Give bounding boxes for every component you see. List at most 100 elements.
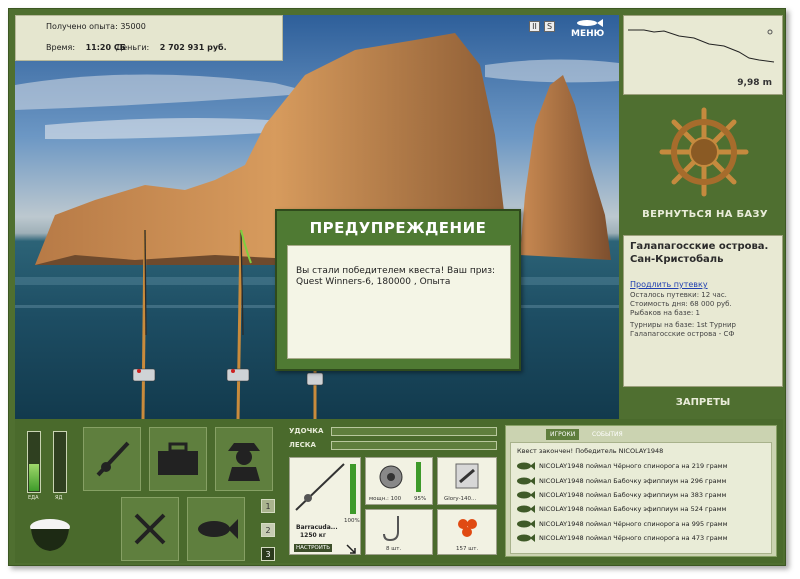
bait-icon [458, 519, 477, 537]
experience-row: Получено опыта: 35000 [46, 22, 146, 31]
warning-dialog[interactable]: ПРЕДУПРЕЖДЕНИЕ Вы стали победителем квес… [275, 209, 521, 371]
feed-list: Квест закончен! Победитель NICOLAY1948 N… [510, 442, 772, 554]
reel-slot[interactable]: мощн.: 100 95% [365, 457, 433, 505]
bait-slot[interactable]: 157 шт. [437, 509, 497, 555]
bait-caption: 157 шт. [456, 546, 479, 552]
fork-knife-icon [134, 513, 166, 545]
day-cost: Стоимость дня: 68 000 руб. [630, 300, 732, 308]
page-1-button[interactable]: 1 [261, 499, 275, 513]
rods-tile[interactable] [83, 427, 141, 491]
rod-percent: 100% [344, 518, 360, 524]
food-label: ЕДА [28, 495, 39, 501]
hook-caption: 8 шт. [386, 546, 402, 552]
tackle-box-tile[interactable] [149, 427, 207, 491]
feed-entry-text: NICOLAY1948 поймал Бабочку эфиппиум на 2… [539, 476, 727, 485]
lure-caption: Glory-140... [444, 496, 477, 502]
game-window: Получено опыта: 35000 Время: 11:20 СБ Де… [8, 8, 786, 566]
food-gauge [27, 431, 41, 493]
sound-button[interactable]: S [544, 21, 555, 32]
menu-label: МЕНЮ [571, 29, 605, 39]
money-row: Деньги: 2 702 931 руб. [116, 43, 227, 52]
rod-image [295, 463, 345, 511]
top-buttons: II S [529, 21, 555, 37]
tournaments: Турниры на базе: 1st Турнир Галапагосски… [630, 321, 736, 338]
poison-label: ЯД [55, 495, 63, 501]
warning-message: Вы стали победителем квеста! Ваш приз: Q… [296, 266, 496, 287]
location-info: Галапагосские острова. Сан-Кристобаль Пр… [623, 235, 783, 387]
reel-caption: мощн.: 100 [369, 496, 402, 502]
pot-icon[interactable] [25, 515, 75, 555]
rod-bar [331, 427, 497, 436]
rod-weight: 1250 кг [300, 532, 326, 539]
line-bar-label: ЛЕСКА [289, 441, 316, 449]
rod-durability [350, 464, 356, 514]
time-label: Время: [46, 43, 76, 52]
time-row: Время: 11:20 СБ [46, 43, 126, 52]
line-bar [331, 441, 497, 450]
feed-entry-text: NICOLAY1948 поймал Чёрного спинорога на … [539, 534, 728, 543]
anglers-count: Рыбаков на базе: 1 [630, 309, 700, 317]
fish-icon [517, 476, 535, 485]
feed-entry: NICOLAY1948 поймал Бабочку эфиппиум на 2… [511, 473, 771, 487]
warning-body: Вы стали победителем квеста! Ваш приз: Q… [287, 245, 511, 359]
feed-entry: NICOLAY1948 поймал Чёрного спинорога на … [511, 459, 771, 473]
rod-slot[interactable]: 100% Barracuda... 1250 кг НАСТРОИТЬ [289, 457, 361, 555]
trip-remaining: Осталось путевки: 12 час. [630, 291, 727, 299]
extend-trip-link[interactable]: Продлить путевку [630, 280, 776, 289]
lure-icon [455, 463, 479, 489]
cooking-tile[interactable] [121, 497, 179, 561]
rod-icon [96, 441, 130, 477]
depth-value: 9,98 m [737, 78, 772, 88]
warning-title: ПРЕДУПРЕЖДЕНИЕ [309, 219, 487, 237]
ship-wheel-icon[interactable] [659, 107, 749, 197]
reel-icon [379, 465, 403, 489]
tackle-panel: УДОЧКА ЛЕСКА 100% Barracuda... 1250 кг Н… [289, 425, 501, 557]
feed-entry: NICOLAY1948 поймал Чёрного спинорога на … [511, 531, 771, 545]
feed-header: Квест закончен! Победитель NICOLAY1948 [517, 447, 664, 455]
bottom-panel: ЕДА ЯД 1 2 3 УДОЧКА ЛЕСКА 100% Barracuda… [15, 419, 783, 563]
fish-icon [517, 462, 535, 471]
tackle-box-icon [158, 442, 198, 475]
reel-percent: 95% [414, 496, 427, 502]
fish-icon [517, 519, 535, 528]
feed-rows: NICOLAY1948 поймал Чёрного спинорога на … [511, 459, 771, 545]
rod-bar-label: УДОЧКА [289, 427, 324, 435]
location-title: Галапагосские острова. Сан-Кристобаль [630, 241, 769, 265]
feed-entry: NICOLAY1948 поймал Бабочку эфиппиум на 5… [511, 502, 771, 516]
tab-events[interactable]: СОБЫТИЯ [588, 429, 627, 440]
lure-slot[interactable]: Glory-140... [437, 457, 497, 505]
feed-entry-text: NICOLAY1948 поймал Чёрного спинорога на … [539, 462, 728, 471]
feed-entry: NICOLAY1948 поймал Бабочку эфиппиум на 3… [511, 488, 771, 502]
reel-durability [416, 462, 421, 492]
resize-arrow-icon [346, 544, 356, 554]
fisherman-tile[interactable] [215, 427, 273, 491]
hook-icon [383, 516, 399, 542]
feed-entry-text: NICOLAY1948 поймал Бабочку эфиппиум на 3… [539, 490, 727, 499]
rod-name: Barracuda... [296, 524, 338, 531]
events-feed: ИГРОКИ СОБЫТИЯ Квест закончен! Победител… [505, 425, 777, 557]
page-3-button[interactable]: 3 [261, 547, 275, 561]
poison-gauge [53, 431, 67, 493]
food-fill [29, 464, 39, 491]
fish-icon [517, 534, 535, 543]
fish-icon [517, 490, 535, 499]
page-2-button[interactable]: 2 [261, 523, 275, 537]
experience-value: 35000 [120, 22, 146, 31]
feed-entry-text: NICOLAY1948 поймал Бабочку эфиппиум на 5… [539, 505, 727, 514]
hook-slot[interactable]: 8 шт. [365, 509, 433, 555]
catch-tile[interactable] [187, 497, 245, 561]
depth-profile: 9,98 m [623, 15, 783, 95]
bans-button[interactable]: ЗАПРЕТЫ [623, 397, 783, 408]
tab-players[interactable]: ИГРОКИ [546, 429, 580, 440]
fisherman-icon [228, 443, 260, 481]
fish-icon [517, 505, 535, 514]
feed-entry-text: NICOLAY1948 поймал Чёрного спинорога на … [539, 519, 728, 528]
pause-button[interactable]: II [529, 21, 540, 32]
fish-icon [576, 19, 603, 27]
money-label: Деньги: [116, 43, 150, 52]
menu-button[interactable]: МЕНЮ [571, 19, 604, 39]
setup-button[interactable]: НАСТРОИТЬ [294, 544, 332, 552]
player-info-panel: Получено опыта: 35000 Время: 11:20 СБ Де… [15, 15, 283, 61]
feed-entry: NICOLAY1948 поймал Чёрного спинорога на … [511, 517, 771, 531]
return-to-base-button[interactable]: ВЕРНУТЬСЯ НА БАЗУ [627, 209, 783, 220]
